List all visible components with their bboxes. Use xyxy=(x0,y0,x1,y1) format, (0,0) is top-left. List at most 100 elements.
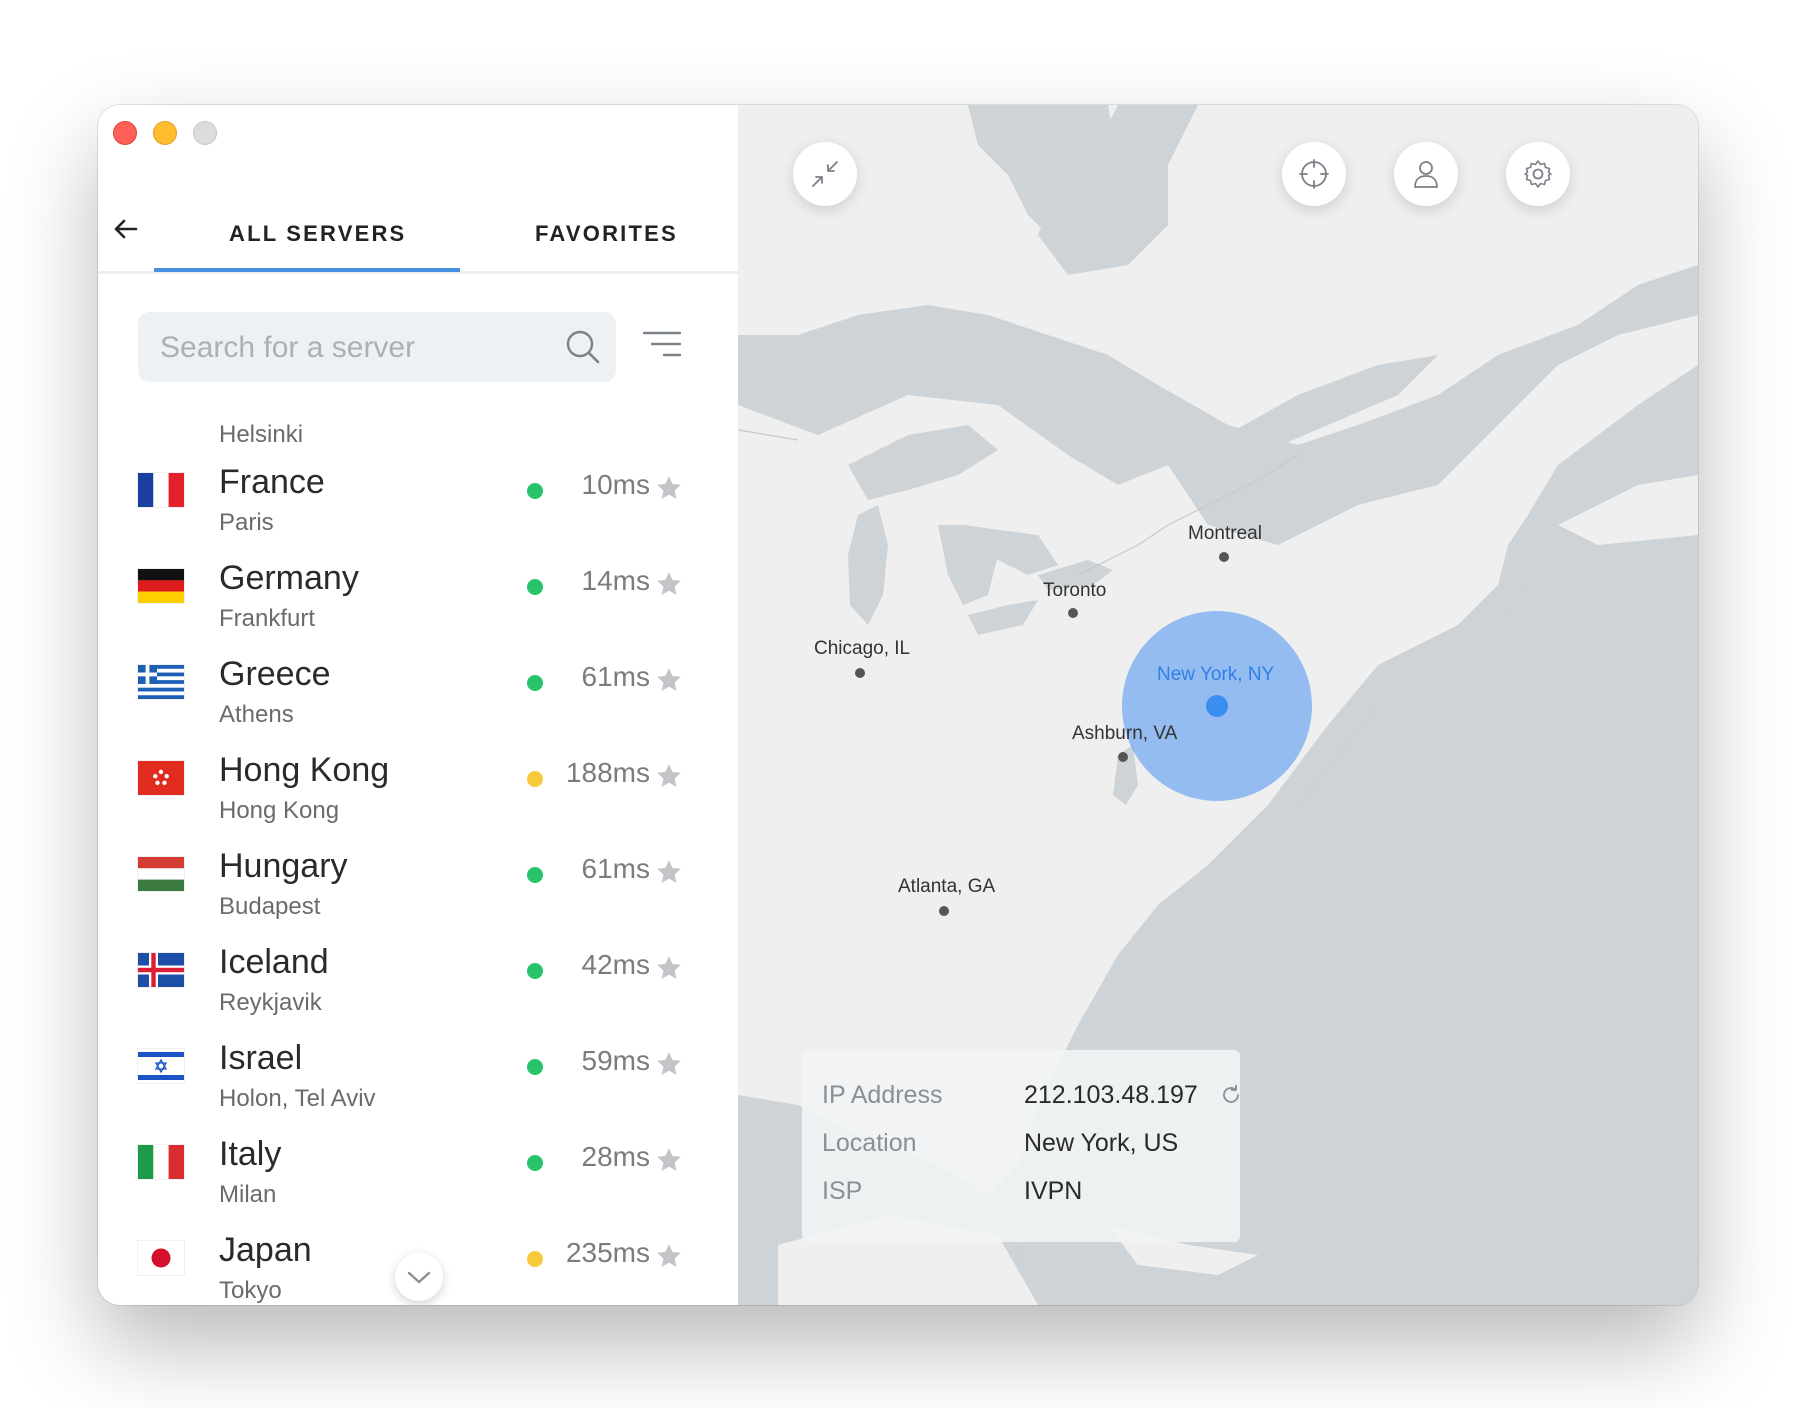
server-city: Paris xyxy=(219,509,274,536)
flag-gr-icon xyxy=(138,665,184,699)
location-row: Location New York, US xyxy=(822,1129,1232,1165)
star-icon[interactable] xyxy=(655,1146,683,1174)
status-indicator xyxy=(527,963,543,979)
server-country: Hungary xyxy=(219,847,348,885)
status-indicator xyxy=(527,483,543,499)
map-view[interactable]: Montreal Toronto Chicago, IL New York, N… xyxy=(738,105,1698,1305)
server-ping: 61ms xyxy=(581,853,650,884)
city-label-chicago: Chicago, IL xyxy=(814,638,911,659)
settings-button[interactable] xyxy=(1506,142,1570,206)
server-row[interactable]: Greece Athens 61ms xyxy=(98,653,738,749)
star-icon[interactable] xyxy=(655,762,683,790)
connection-info-card: IP Address 212.103.48.197 Location New Y… xyxy=(802,1050,1240,1242)
status-indicator xyxy=(527,1059,543,1075)
flag-is-icon xyxy=(138,953,184,987)
server-country: Israel xyxy=(219,1039,303,1077)
minimize-map-button[interactable] xyxy=(793,142,857,206)
tab-bar: ALL SERVERS FAVORITES xyxy=(98,105,738,274)
tab-favorites[interactable]: FAVORITES xyxy=(535,221,678,247)
server-row[interactable]: Iceland Reykjavik 42ms xyxy=(98,941,738,1037)
server-row[interactable]: Hong Kong Hong Kong 188ms xyxy=(98,749,738,845)
flag-il-icon xyxy=(138,1049,184,1083)
city-label-ashburn: Ashburn, VA xyxy=(1072,723,1178,744)
location-label: Location xyxy=(822,1129,917,1157)
arrow-left-icon xyxy=(114,219,138,239)
star-icon[interactable] xyxy=(655,1242,683,1270)
server-city: Frankfurt xyxy=(219,605,316,632)
server-city: Holon, Tel Aviv xyxy=(219,1085,376,1112)
server-country: Italy xyxy=(219,1135,282,1173)
ip-address-label: IP Address xyxy=(822,1081,943,1109)
server-country: Germany xyxy=(219,559,359,597)
city-label-montreal: Montreal xyxy=(1188,523,1262,544)
star-icon[interactable] xyxy=(655,1050,683,1078)
city-label-atlanta: Atlanta, GA xyxy=(898,876,996,897)
server-country: Greece xyxy=(219,655,331,693)
app-window: ALL SERVERS FAVORITES Helsinki France Par… xyxy=(98,105,1698,1305)
star-icon[interactable] xyxy=(655,570,683,598)
city-label-toronto: Toronto xyxy=(1043,580,1107,601)
isp-value: IVPN xyxy=(1024,1177,1083,1205)
server-city: Tokyo xyxy=(219,1277,282,1304)
server-country: France xyxy=(219,463,325,501)
star-icon[interactable] xyxy=(655,858,683,886)
scroll-down-button[interactable] xyxy=(395,1253,443,1301)
star-icon[interactable] xyxy=(655,954,683,982)
server-city: Budapest xyxy=(219,893,321,920)
active-tab-indicator xyxy=(154,268,460,272)
server-city: Hong Kong xyxy=(219,797,340,824)
flag-de-icon xyxy=(138,569,184,603)
server-ping: 188ms xyxy=(565,757,650,788)
flag-hk-icon xyxy=(138,761,184,795)
city-marker-ashburn[interactable] xyxy=(1118,752,1128,762)
server-city: Helsinki xyxy=(219,421,304,448)
gear-icon xyxy=(1524,160,1552,188)
account-button[interactable] xyxy=(1394,142,1458,206)
city-marker-atlanta[interactable] xyxy=(939,906,949,916)
isp-label: ISP xyxy=(822,1177,863,1205)
flag-jp-icon xyxy=(138,1241,184,1275)
star-icon[interactable] xyxy=(655,474,683,502)
status-indicator xyxy=(527,675,543,691)
search-icon[interactable] xyxy=(564,328,602,366)
status-indicator xyxy=(527,579,543,595)
server-country: Hong Kong xyxy=(219,751,390,789)
status-indicator xyxy=(527,1155,543,1171)
location-value: New York, US xyxy=(1024,1129,1179,1157)
server-ping: 14ms xyxy=(581,565,650,596)
server-row[interactable]: Hungary Budapest 61ms xyxy=(98,845,738,941)
ip-address-row: IP Address 212.103.48.197 xyxy=(822,1081,1239,1117)
city-marker-chicago[interactable] xyxy=(855,668,865,678)
server-row[interactable]: France Paris 10ms xyxy=(98,461,738,557)
user-icon xyxy=(1414,161,1438,188)
server-list-panel: ALL SERVERS FAVORITES Helsinki France Par… xyxy=(98,105,738,1305)
filter-icon xyxy=(642,331,682,357)
city-marker-montreal[interactable] xyxy=(1219,552,1229,562)
ip-address-value: 212.103.48.197 xyxy=(1024,1081,1198,1109)
server-row[interactable]: Israel Holon, Tel Aviv 59ms xyxy=(98,1037,738,1133)
server-row[interactable]: Germany Frankfurt 14ms xyxy=(98,557,738,653)
server-row[interactable]: Italy Milan 28ms xyxy=(98,1133,738,1229)
server-city: Reykjavik xyxy=(219,989,322,1016)
city-label-new-york: New York, NY xyxy=(1157,664,1275,685)
server-ping: 10ms xyxy=(581,469,650,500)
star-icon[interactable] xyxy=(655,666,683,694)
server-country: Iceland xyxy=(219,943,329,981)
refresh-icon[interactable] xyxy=(1220,1084,1242,1106)
flag-fr-icon xyxy=(138,473,184,507)
server-ping: 28ms xyxy=(581,1141,650,1172)
chevron-down-icon xyxy=(407,1271,431,1284)
status-indicator xyxy=(527,867,543,883)
city-marker-toronto[interactable] xyxy=(1068,608,1078,618)
isp-row: ISP IVPN xyxy=(822,1177,1232,1213)
back-button[interactable] xyxy=(110,213,142,245)
status-indicator xyxy=(527,771,543,787)
filter-button[interactable] xyxy=(642,327,682,363)
locate-button[interactable] xyxy=(1282,142,1346,206)
city-marker-new-york[interactable] xyxy=(1206,695,1228,717)
tab-all-servers[interactable]: ALL SERVERS xyxy=(229,221,406,247)
search-input[interactable] xyxy=(158,312,542,384)
status-indicator xyxy=(527,1251,543,1267)
server-ping: 59ms xyxy=(581,1045,650,1076)
crosshair-icon xyxy=(1299,159,1329,189)
